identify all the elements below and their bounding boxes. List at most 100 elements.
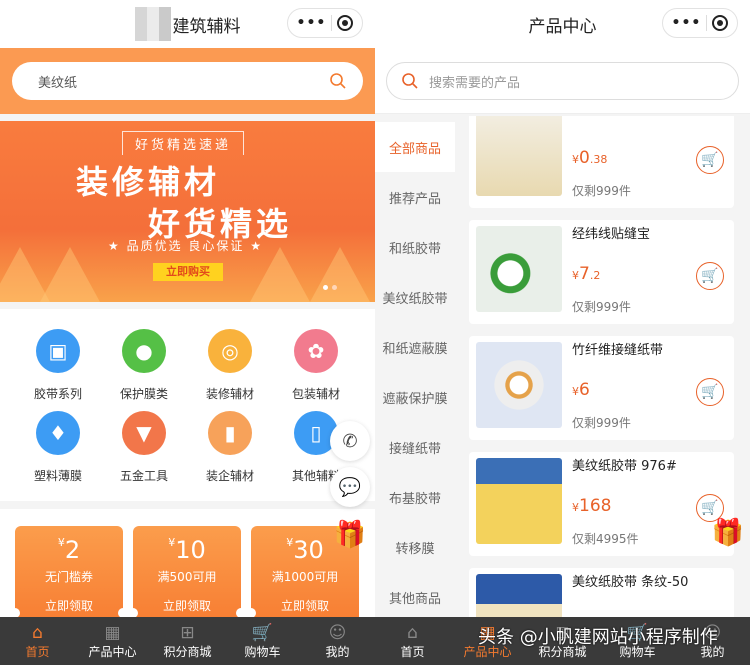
category-sidebar: 全部商品 推荐产品 和纸胶带 美纹纸胶带 和纸遮蔽膜 遮蔽保护膜 接缝纸带 布基… (375, 122, 455, 617)
category-item[interactable]: ▼ 五金工具 (102, 411, 186, 484)
product-price: ¥6 (572, 380, 590, 400)
nav-bar: 产品中心 ••• (375, 0, 750, 48)
nav-bar: 建筑辅料 ••• (0, 0, 375, 48)
tab-home[interactable]: ⌂ 首页 (0, 617, 75, 665)
product-name: 美纹纸胶带 976# (572, 459, 677, 474)
product-stock: 仅剩4995件 (572, 532, 639, 546)
search-input[interactable]: 美纹纸 (12, 62, 363, 100)
product-image (476, 116, 562, 196)
sidebar-item[interactable]: 遮蔽保护膜 (375, 372, 455, 422)
product-list: ¥0.38 仅剩999件 🛒 经纬线贴缝宝 ¥7.2 仅剩999件 🛒 竹纤维接… (463, 116, 745, 617)
coupon-section: ¥2 无门槛券 立即领取 ¥10 满500可用 立即领取 ¥30 满1000可用… (0, 509, 375, 636)
promo-banner[interactable]: 好货精选速递 装修辅材 好货精选 ★ 品质优选 良心保证 ★ 立即购买 (0, 121, 375, 302)
sidebar-item[interactable]: 其他商品 (375, 572, 455, 622)
gift-button[interactable]: 🎁 (330, 515, 370, 555)
donut-icon: ◎ (208, 329, 252, 373)
sidebar-item[interactable]: 全部商品 (375, 122, 455, 172)
mini-program-capsule[interactable]: ••• (287, 8, 363, 38)
close-target-icon[interactable] (712, 15, 729, 31)
search-icon[interactable] (329, 72, 347, 90)
dress-icon: ♦ (36, 411, 80, 455)
product-image (476, 226, 562, 312)
product-stock: 仅剩999件 (572, 300, 631, 314)
gift-box-icon: ▦ (104, 622, 121, 643)
gift-button[interactable]: 🎁 (708, 513, 748, 553)
category-item[interactable]: ◎ 装修辅材 (188, 329, 272, 402)
tab-bar: ⌂ 首页 ▦ 产品中心 ⊞ 积分商城 🛒 购物车 ☺ 我的 (0, 617, 375, 665)
category-item[interactable]: ● 保护膜类 (102, 329, 186, 402)
cart-icon: 🛒 (251, 622, 274, 643)
product-price: ¥0.38 (572, 148, 608, 168)
mini-program-capsule[interactable]: ••• (662, 8, 738, 38)
category-grid: ▣ 胶带系列 ● 保护膜类 ◎ 装修辅材 ✿ 包装辅材 ♦ 塑料薄膜 ▼ 五金工具 ▮ 装企辅… (0, 309, 375, 501)
cart-icon: 🛒 (701, 384, 719, 400)
claim-coupon-button[interactable]: 立即领取 (251, 597, 359, 614)
apple-icon: ● (122, 329, 166, 373)
sidebar-item[interactable]: 接缝纸带 (375, 422, 455, 472)
gift-icon: 🎁 (333, 520, 367, 550)
search-placeholder: 搜索需要的产品 (429, 75, 521, 91)
phone-icon: ✆ (342, 430, 358, 452)
sidebar-item[interactable]: 转移膜 (375, 522, 455, 572)
search-input[interactable]: 搜索需要的产品 (386, 62, 739, 100)
product-image (476, 574, 562, 617)
product-card[interactable]: 美纹纸胶带 976# ¥168 仅剩4995件 🛒 (469, 452, 734, 556)
page-title: 产品中心 (528, 16, 597, 37)
more-icon[interactable]: ••• (672, 16, 702, 30)
tab-cart[interactable]: 🛒 购物车 (225, 617, 300, 665)
gift-icon: 🎁 (711, 518, 745, 548)
claim-coupon-button[interactable]: 立即领取 (133, 597, 241, 614)
sidebar-item[interactable]: 布基胶带 (375, 472, 455, 522)
product-card[interactable]: 竹纤维接缝纸带 ¥6 仅剩999件 🛒 (469, 336, 734, 440)
cup-icon: ▼ (122, 411, 166, 455)
product-name: 经纬线贴缝宝 (572, 227, 651, 242)
product-image (476, 342, 562, 428)
box-icon: ▣ (36, 329, 80, 373)
category-item[interactable]: ▣ 胶带系列 (16, 329, 100, 402)
chat-button[interactable]: 💬 (330, 467, 370, 507)
phone-call-button[interactable]: ✆ (330, 421, 370, 461)
category-item[interactable]: ♦ 塑料薄膜 (16, 411, 100, 484)
add-to-cart-button[interactable]: 🛒 (696, 378, 724, 406)
grid-icon: ⊞ (180, 622, 195, 643)
sidebar-item[interactable]: 和纸胶带 (375, 222, 455, 272)
home-screen: 建筑辅料 ••• 美纹纸 好货精选速递 装修辅材 好货精选 ★ 品质优选 良心保… (0, 0, 375, 665)
buy-now-button[interactable]: 立即购买 (153, 263, 223, 281)
product-name: 美纹纸胶带 条纹-50 (572, 575, 689, 590)
category-item[interactable]: ✿ 包装辅材 (274, 329, 358, 402)
product-price: ¥7.2 (572, 264, 601, 284)
page-title: 建筑辅料 (172, 16, 241, 37)
product-image (476, 458, 562, 544)
chat-icon: 💬 (338, 476, 362, 498)
flower-icon: ✿ (294, 329, 338, 373)
product-stock: 仅剩999件 (572, 184, 631, 198)
banner-slogan: ★ 品质优选 良心保证 ★ (108, 239, 263, 253)
carousel-dots (323, 285, 337, 290)
tab-me[interactable]: ☺ 我的 (300, 617, 375, 665)
category-item[interactable]: ▮ 装企辅材 (188, 411, 272, 484)
tab-products[interactable]: ▦ 产品中心 (75, 617, 150, 665)
product-card[interactable]: 美纹纸胶带 条纹-50 (469, 568, 734, 617)
tab-home[interactable]: ⌂ 首页 (375, 617, 450, 665)
claim-coupon-button[interactable]: 立即领取 (15, 597, 123, 614)
sidebar-item[interactable]: 推荐产品 (375, 172, 455, 222)
sidebar-item[interactable]: 美纹纸胶带 (375, 272, 455, 322)
sidebar-item[interactable]: 和纸遮蔽膜 (375, 322, 455, 372)
banner-headline-1: 装修辅材 (76, 163, 221, 201)
product-card[interactable]: 经纬线贴缝宝 ¥7.2 仅剩999件 🛒 (469, 220, 734, 324)
tab-points-mall[interactable]: ⊞ 积分商城 (150, 617, 225, 665)
product-stock: 仅剩999件 (572, 416, 631, 430)
user-icon: ☺ (328, 622, 347, 643)
home-icon: ⌂ (32, 622, 43, 643)
add-to-cart-button[interactable]: 🛒 (696, 262, 724, 290)
banner-tag: 好货精选速递 (122, 131, 245, 155)
add-to-cart-button[interactable]: 🛒 (696, 146, 724, 174)
cosmetics-icon: ▮ (208, 411, 252, 455)
watermark-text: 头条 @小帆建网站小程序制作 (478, 627, 718, 648)
search-value: 美纹纸 (38, 75, 78, 91)
more-icon[interactable]: ••• (297, 16, 327, 30)
cart-icon: 🛒 (701, 152, 719, 168)
product-center-screen: 产品中心 ••• 搜索需要的产品 全部商品 推荐产品 和纸胶带 美纹纸胶带 和纸… (375, 0, 750, 665)
close-target-icon[interactable] (337, 15, 354, 31)
product-card[interactable]: ¥0.38 仅剩999件 🛒 (469, 116, 734, 208)
